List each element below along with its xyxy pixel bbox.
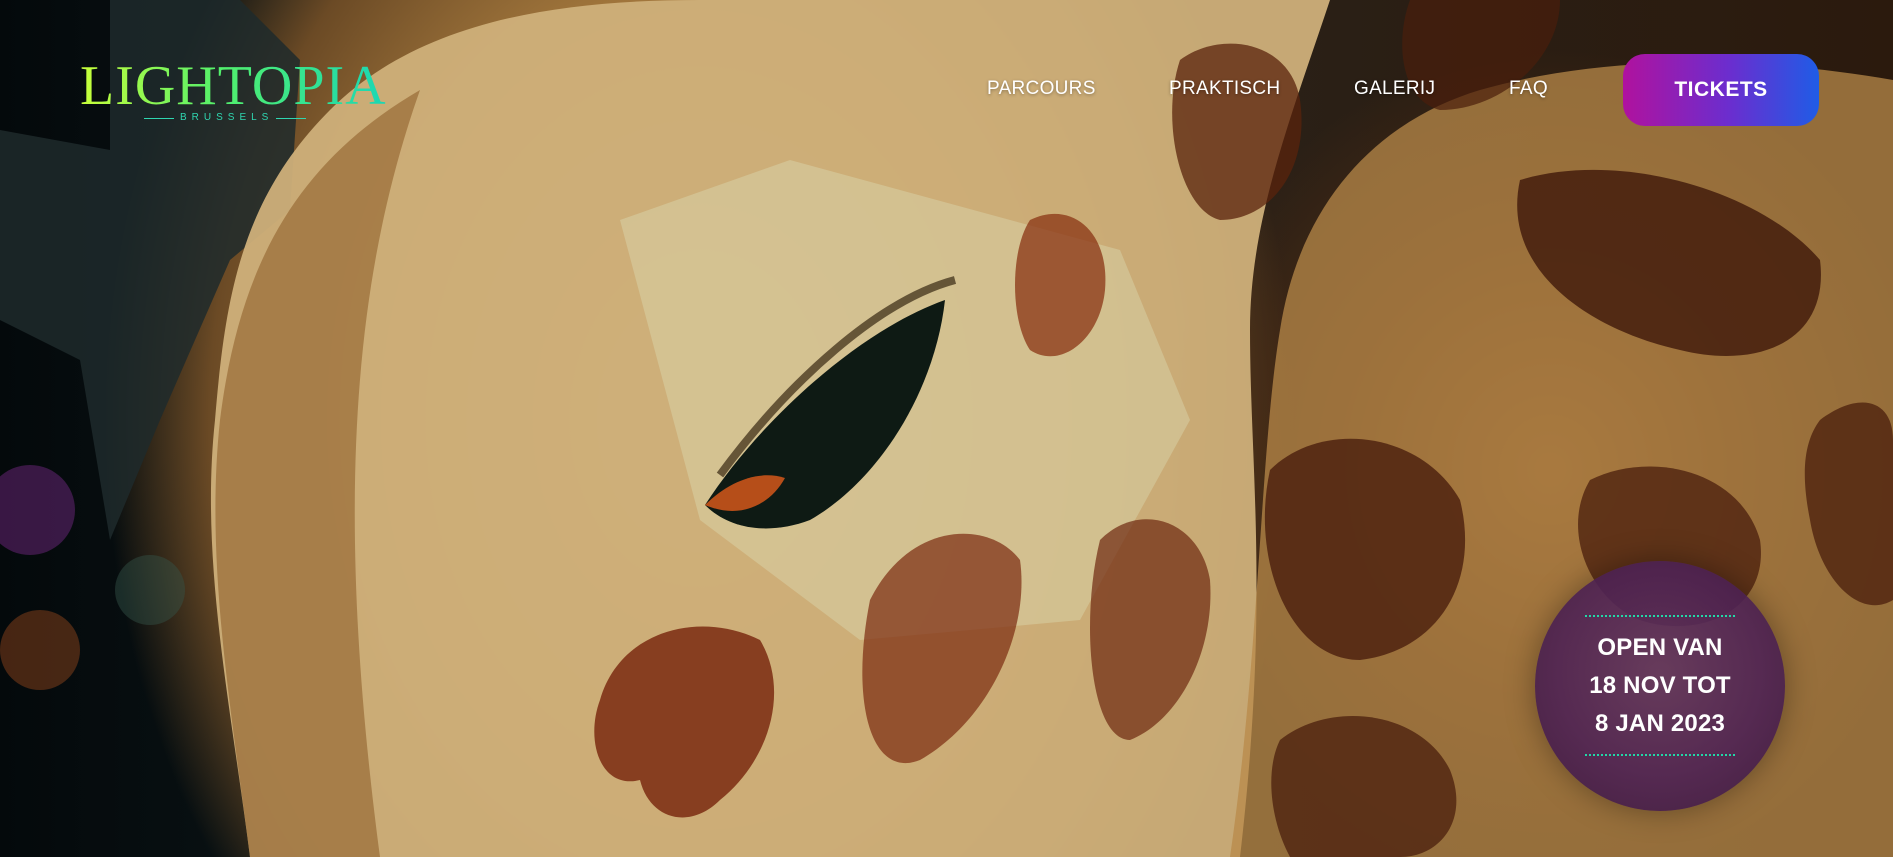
nav-item-galerij[interactable]: GALERIJ: [1354, 78, 1435, 100]
badge-line-1: OPEN VAN: [1597, 634, 1723, 661]
nav-item-parcours[interactable]: PARCOURS: [987, 78, 1096, 100]
logo-divider: [276, 118, 306, 119]
bokeh-light: [115, 555, 185, 625]
badge-dotted-divider: [1585, 615, 1735, 617]
opening-dates-badge: OPEN VAN 18 NOV TOT 8 JAN 2023: [1535, 561, 1785, 811]
badge-dotted-divider: [1585, 754, 1735, 756]
nav-item-faq[interactable]: FAQ: [1509, 78, 1548, 100]
nav-item-praktisch[interactable]: PRAKTISCH: [1169, 78, 1280, 100]
lightopia-logo[interactable]: LIGHTOPIA BRUSSELS: [80, 56, 386, 126]
logo-wordmark: LIGHTOPIA: [80, 55, 387, 117]
bokeh-light: [0, 610, 80, 690]
badge-line-3: 8 JAN 2023: [1594, 710, 1726, 737]
logo-subtitle: BRUSSELS: [180, 112, 274, 123]
logo-divider: [144, 118, 174, 119]
bokeh-light: [0, 465, 75, 555]
tickets-button[interactable]: TICKETS: [1623, 54, 1819, 126]
giraffe-spot: [1172, 43, 1302, 220]
badge-line-2: 18 NOV TOT: [1589, 672, 1731, 699]
